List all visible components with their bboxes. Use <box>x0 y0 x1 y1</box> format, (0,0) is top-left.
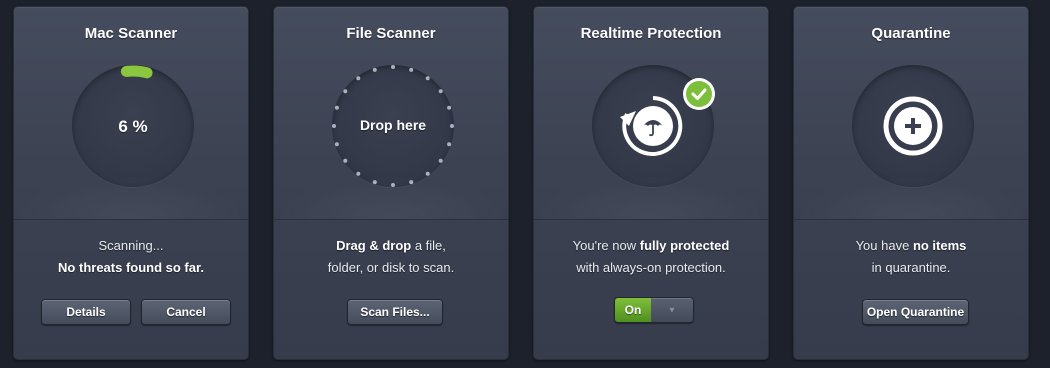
quarantine-pre: You have <box>855 238 913 253</box>
drop-zone-dot <box>425 76 430 81</box>
drop-zone-dot <box>356 76 361 81</box>
mac-scanner-title: Mac Scanner <box>84 25 178 42</box>
quarantine-panel: Quarantine You have no items in quaranti… <box>793 6 1029 360</box>
file-scanner-description: Drag & drop a file, folder, or disk to s… <box>274 235 508 279</box>
toggle-knob[interactable]: ▼ <box>651 298 693 322</box>
drop-zone-dot <box>447 142 452 147</box>
scan-status-line: Scanning... <box>98 238 164 253</box>
drag-drop-rest: a file, <box>411 238 446 253</box>
drop-zone-dot <box>372 67 377 72</box>
drop-zone-dot <box>334 142 339 147</box>
mac-scanner-panel: Mac Scanner 6 % Scanning... No threats f… <box>13 6 249 360</box>
scan-files-button[interactable]: Scan Files... <box>347 299 443 325</box>
scan-progress-circle: 6 % <box>72 65 194 187</box>
protected-bold: fully protected <box>639 238 730 253</box>
scan-result-line: No threats found so far. <box>58 260 204 275</box>
dashboard: Mac Scanner 6 % Scanning... No threats f… <box>0 0 1050 368</box>
scan-progress-text: 6 % <box>118 117 148 136</box>
drag-drop-line2: folder, or disk to scan. <box>327 260 455 275</box>
cancel-button[interactable]: Cancel <box>141 299 231 325</box>
protected-pre: You're now <box>572 238 640 253</box>
plus-icon <box>883 96 943 156</box>
realtime-protection-panel: Realtime Protection You're now fully pro… <box>533 6 769 360</box>
drop-zone-dot <box>450 124 454 128</box>
drop-zone-dot <box>409 67 414 72</box>
quarantine-description: You have no items in quarantine. <box>794 235 1028 279</box>
drop-zone-dots <box>332 65 454 187</box>
drop-zone-dot <box>343 89 348 94</box>
drop-zone-dot <box>438 158 443 163</box>
quarantine-circle <box>852 65 974 187</box>
check-icon <box>683 78 715 110</box>
open-quarantine-button[interactable]: Open Quarantine <box>862 299 969 325</box>
scan-status: Scanning... No threats found so far. <box>14 235 248 279</box>
drop-zone-dot <box>391 65 395 69</box>
protected-line2: with always-on protection. <box>576 260 726 275</box>
toggle-on-label: On <box>615 298 651 322</box>
drop-zone-dot <box>343 158 348 163</box>
quarantine-title: Quarantine <box>871 25 951 42</box>
realtime-protection-title: Realtime Protection <box>580 25 722 42</box>
quarantine-bold: no items <box>912 238 967 253</box>
drag-drop-bold: Drag & drop <box>336 238 412 253</box>
drop-zone-dot <box>438 89 443 94</box>
drop-zone-dot <box>332 124 336 128</box>
panel-floor <box>14 175 248 220</box>
drop-zone-dot <box>334 105 339 110</box>
file-scanner-title: File Scanner <box>346 25 436 42</box>
knob-grip-icon: ▼ <box>668 305 676 315</box>
file-scanner-panel: File Scanner Drop here Drag & drop a fil… <box>273 6 509 360</box>
details-button[interactable]: Details <box>41 299 131 325</box>
quarantine-line2: in quarantine. <box>871 260 951 275</box>
drop-zone-dot <box>447 105 452 110</box>
protection-toggle[interactable]: On ▼ <box>614 297 694 323</box>
panel-floor <box>274 175 508 220</box>
panel-floor <box>534 175 768 220</box>
realtime-description: You're now fully protected with always-o… <box>534 235 768 279</box>
panel-floor <box>794 175 1028 220</box>
